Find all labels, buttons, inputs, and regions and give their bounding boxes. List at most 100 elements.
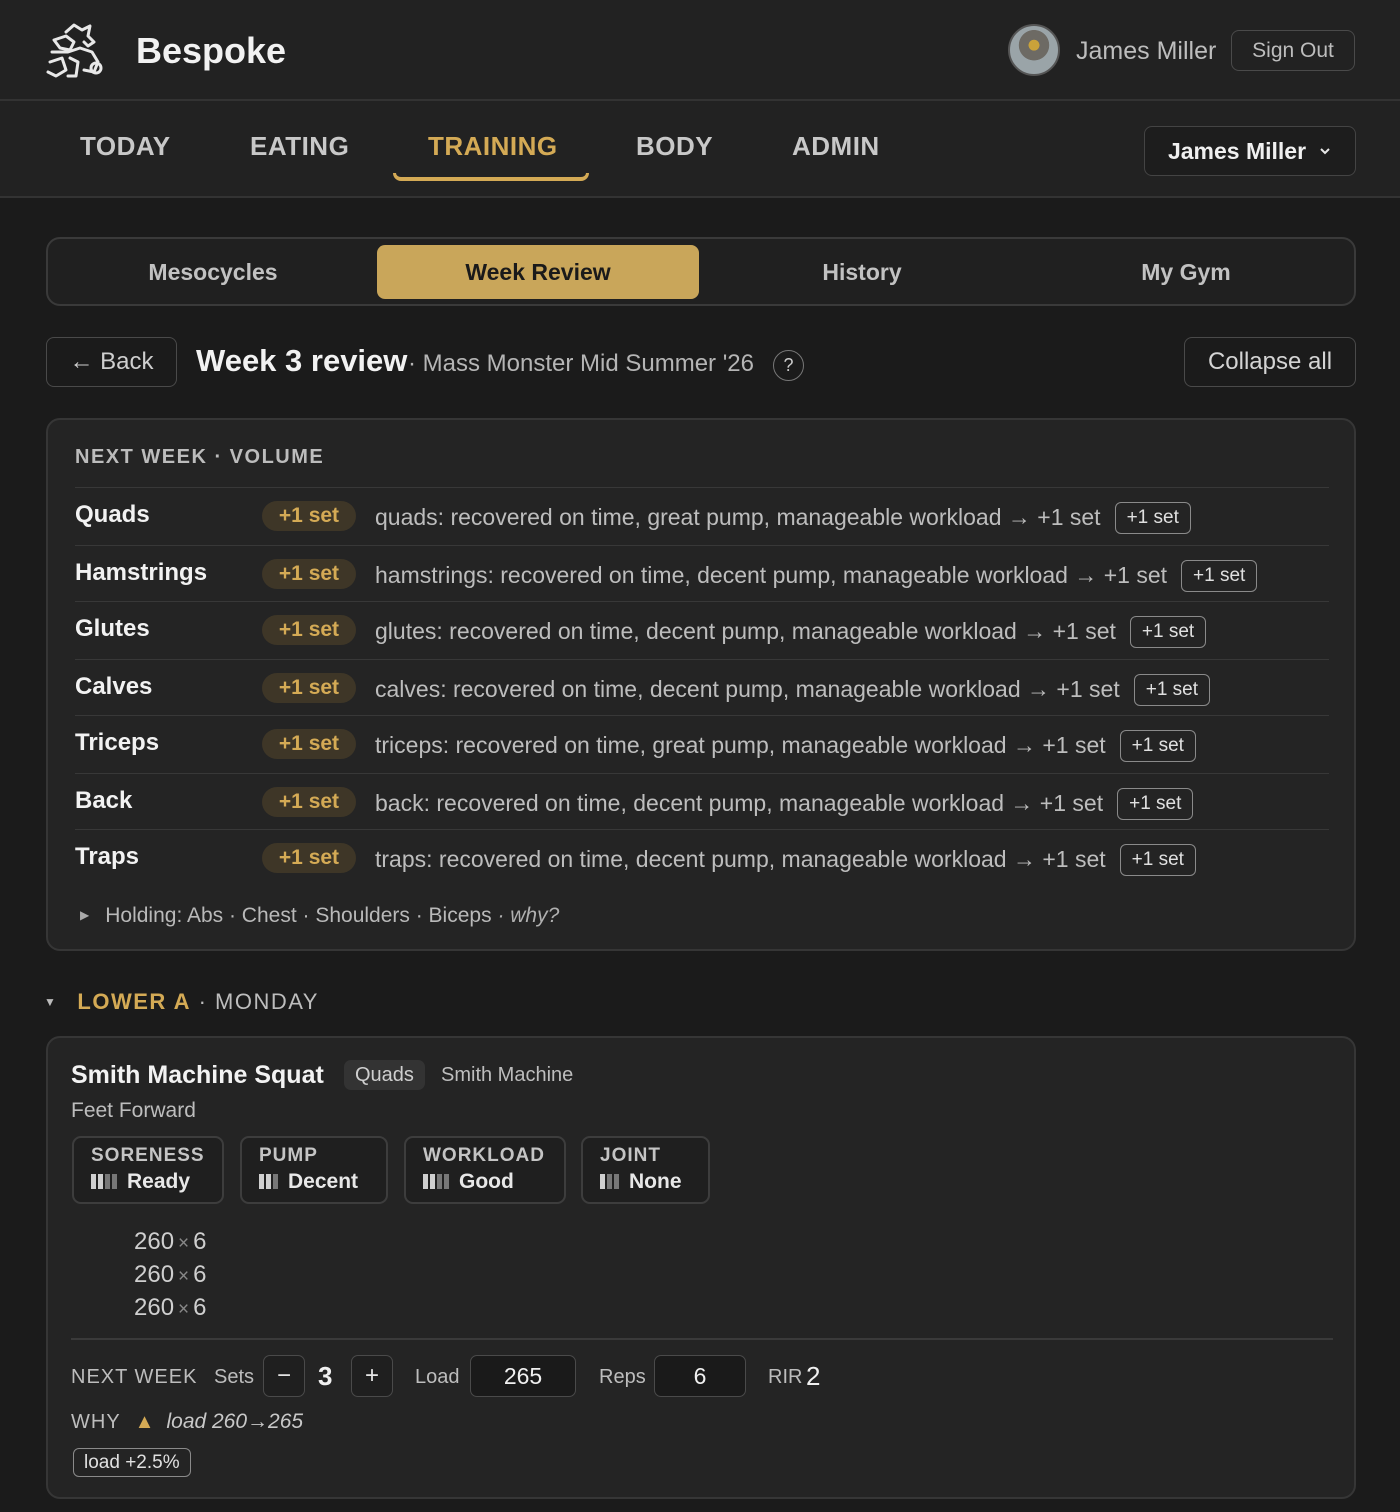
volume-heading: NEXT WEEK · VOLUME — [75, 446, 325, 468]
volume-reason: hamstrings: recovered on time, decent pu… — [375, 560, 1258, 592]
session-name: LOWER A — [77, 989, 191, 1014]
avatar[interactable] — [1008, 24, 1060, 76]
set-change-pill: +1 set — [262, 787, 356, 817]
tab-week-review[interactable]: Week Review — [377, 245, 699, 299]
nav-active-indicator — [393, 173, 589, 181]
exercise-card: Smith Machine Squat Quads Smith Machine … — [46, 1036, 1356, 1499]
page-title: Week 3 review — [196, 343, 408, 378]
muscle-name: Glutes — [75, 615, 150, 642]
set-change-chip: +1 set — [1133, 674, 1211, 706]
metric-value-text: Decent — [288, 1170, 359, 1193]
sets-decrement-button[interactable]: − — [263, 1355, 305, 1397]
level-bars-icon — [91, 1171, 119, 1195]
set-change-chip: +1 set — [1129, 616, 1207, 648]
volume-row: Hamstrings +1 set hamstrings: recovered … — [75, 545, 1329, 602]
times-sign: × — [178, 1299, 190, 1320]
volume-reason: glutes: recovered on time, decent pump, … — [375, 616, 1207, 648]
reps-input[interactable] — [654, 1355, 746, 1397]
set-log-line: 260 × 6 — [134, 1294, 207, 1322]
divider — [71, 1338, 1333, 1340]
set-change-chip: +1 set — [1119, 730, 1196, 762]
next-week-controls: NEXT WEEK Sets − 3 + Load Reps RIR 2 — [71, 1355, 1333, 1397]
volume-row: Quads +1 set quads: recovered on time, g… — [75, 487, 1329, 544]
muscle-name: Calves — [75, 673, 153, 700]
volume-reason-text: quads: recovered on time, great pump, ma… — [375, 504, 1101, 530]
load-input[interactable] — [470, 1355, 576, 1397]
set-change-pill: +1 set — [262, 843, 356, 873]
set-change-chip: +1 set — [1114, 502, 1191, 534]
volume-reason: quads: recovered on time, great pump, ma… — [375, 502, 1191, 534]
volume-reason-text: back: recovered on time, decent pump, ma… — [375, 790, 1104, 816]
metric-value: None — [600, 1170, 708, 1195]
metric-value-text: None — [629, 1170, 682, 1193]
times-sign: × — [178, 1233, 190, 1254]
next-week-label: NEXT WEEK — [71, 1366, 198, 1388]
muscle-name: Triceps — [75, 729, 160, 756]
workload-metric: WORKLOAD Good — [404, 1136, 566, 1204]
soreness-metric: SORENESS Ready — [72, 1136, 224, 1204]
tab-history[interactable]: History — [701, 245, 1023, 299]
exercise-title: Smith Machine Squat — [71, 1061, 324, 1089]
nav-eating[interactable]: EATING — [250, 131, 349, 162]
rir-label: RIR — [768, 1366, 803, 1388]
set-load: 260 — [134, 1261, 175, 1288]
nav-today[interactable]: TODAY — [80, 131, 171, 162]
set-reps: 6 — [193, 1228, 207, 1255]
user-select-dropdown[interactable]: James Miller — [1144, 126, 1356, 176]
warning-triangle-icon: ▲ — [134, 1411, 155, 1433]
joint-metric: JOINT None — [581, 1136, 710, 1204]
holding-text: Holding: Abs · Chest · Shoulders · Bicep… — [105, 904, 492, 927]
user-select-value: James Miller — [1167, 137, 1307, 164]
equipment-label: Smith Machine — [441, 1064, 574, 1086]
help-icon[interactable]: ? — [773, 350, 804, 381]
tab-my-gym[interactable]: My Gym — [1025, 245, 1347, 299]
volume-reason-text: traps: recovered on time, decent pump, m… — [375, 846, 1106, 872]
metric-label: PUMP — [259, 1145, 318, 1166]
main-nav: TODAY EATING TRAINING BODY ADMIN James M… — [0, 101, 1400, 198]
set-log-line: 260 × 6 — [134, 1228, 207, 1256]
collapse-all-button[interactable]: Collapse all — [1184, 337, 1356, 387]
session-day: MONDAY — [215, 989, 319, 1014]
section-separator: · — [198, 989, 208, 1014]
brand-name: Bespoke — [136, 30, 287, 71]
next-week-volume-card: NEXT WEEK · VOLUME Quads +1 set quads: r… — [46, 418, 1356, 951]
level-bars-icon — [423, 1171, 451, 1195]
set-change-pill: +1 set — [262, 615, 356, 645]
nav-training[interactable]: TRAINING — [428, 131, 558, 162]
sets-label: Sets — [214, 1366, 255, 1388]
volume-reason-text: triceps: recovered on time, great pump, … — [375, 732, 1106, 758]
nav-body[interactable]: BODY — [636, 131, 713, 162]
top-bar: Bespoke James Miller Sign Out — [0, 0, 1400, 101]
rir-value: 2 — [806, 1361, 821, 1391]
volume-reason: back: recovered on time, decent pump, ma… — [375, 788, 1194, 820]
volume-row: Back +1 set back: recovered on time, dec… — [75, 773, 1329, 830]
day-section-toggle[interactable]: ▼ LOWER A · MONDAY — [44, 989, 319, 1015]
why-link[interactable]: · why? — [497, 904, 559, 927]
training-subtabs: Mesocycles Week Review History My Gym — [46, 237, 1356, 306]
set-change-pill: +1 set — [262, 673, 356, 703]
muscle-name: Traps — [75, 843, 140, 870]
tab-mesocycles[interactable]: Mesocycles — [52, 245, 374, 299]
caret-right-icon: ▶ — [80, 908, 90, 922]
pump-metric: PUMP Decent — [240, 1136, 388, 1204]
set-load: 260 — [134, 1228, 175, 1255]
volume-reason-text: calves: recovered on time, decent pump, … — [375, 676, 1120, 702]
sets-increment-button[interactable]: + — [351, 1355, 393, 1397]
chevron-down-icon — [1320, 148, 1330, 155]
back-button[interactable]: ← Back — [46, 337, 177, 387]
sets-value: 3 — [318, 1361, 333, 1391]
volume-row: Triceps +1 set triceps: recovered on tim… — [75, 715, 1329, 772]
sign-out-button[interactable]: Sign Out — [1231, 30, 1355, 71]
holding-toggle[interactable]: ▶ Holding: Abs · Chest · Shoulders · Bice… — [80, 904, 559, 928]
metric-value: Decent — [259, 1170, 386, 1195]
level-bars-icon — [600, 1171, 621, 1195]
volume-reason-text: glutes: recovered on time, decent pump, … — [375, 618, 1116, 644]
set-log-line: 260 × 6 — [134, 1261, 207, 1289]
lion-logo-icon[interactable] — [44, 22, 106, 80]
nav-admin[interactable]: ADMIN — [792, 131, 880, 162]
volume-row: Glutes +1 set glutes: recovered on time,… — [75, 601, 1329, 658]
set-reps: 6 — [193, 1294, 207, 1321]
set-reps: 6 — [193, 1261, 207, 1288]
set-change-pill: +1 set — [262, 501, 356, 531]
metric-label: SORENESS — [91, 1145, 205, 1166]
